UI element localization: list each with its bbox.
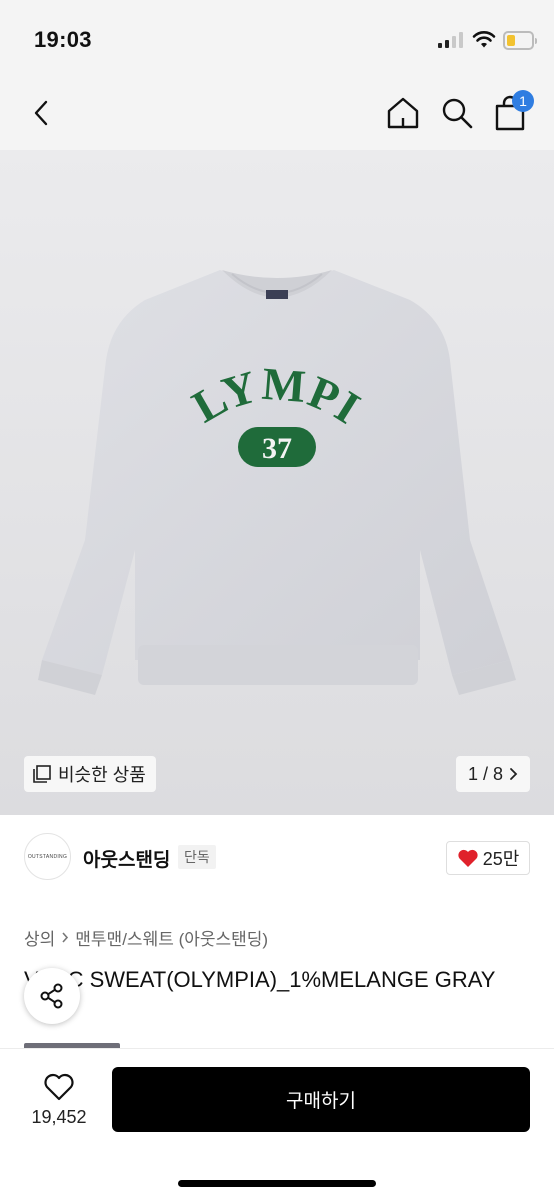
nav-bar: 1 bbox=[0, 80, 554, 150]
status-time: 19:03 bbox=[34, 27, 92, 52]
product-title: VARC SWEAT(OLYMPIA)_1%MELANGE GRAY bbox=[24, 967, 496, 992]
wishlist-count: 19,452 bbox=[31, 1107, 87, 1127]
chevron-right-icon bbox=[62, 932, 69, 943]
pager-text: 1 / 8 bbox=[467, 763, 504, 784]
back-icon[interactable] bbox=[28, 98, 56, 128]
heart-outline-icon bbox=[44, 1073, 74, 1101]
chevron-right-icon bbox=[510, 768, 518, 780]
image-pager[interactable]: 1 / 8 bbox=[456, 756, 530, 792]
brand-logo[interactable]: OUTSTANDING bbox=[24, 833, 71, 880]
brand-row: OUTSTANDING 아웃스탠딩 단독 25만 bbox=[0, 815, 554, 905]
cart-button[interactable]: 1 bbox=[492, 90, 534, 132]
home-indicator bbox=[178, 1180, 376, 1187]
brand-name[interactable]: 아웃스탠딩 bbox=[83, 845, 170, 872]
stacked-squares-icon bbox=[33, 765, 51, 783]
battery-icon bbox=[503, 31, 537, 50]
product-image: OLYMPIA 37 bbox=[0, 150, 554, 815]
breadcrumb: 상의 맨투맨/스웨트 (아웃스탠딩) bbox=[24, 925, 268, 950]
battery-level bbox=[507, 35, 515, 46]
heart-filled-icon bbox=[458, 849, 478, 867]
share-icon bbox=[40, 983, 63, 1009]
status-bar: 19:03 bbox=[0, 0, 554, 80]
brand-like-button[interactable]: 25만 bbox=[446, 841, 530, 875]
signal-icon bbox=[438, 32, 464, 48]
exclusive-tag: 단독 bbox=[178, 845, 216, 869]
breadcrumb-category[interactable]: 상의 bbox=[24, 925, 55, 950]
brand-like-count: 25만 bbox=[482, 849, 520, 869]
home-icon[interactable] bbox=[386, 96, 420, 130]
brand-logo-text: OUTSTANDING bbox=[27, 853, 68, 860]
product-image-gallery[interactable]: OLYMPIA 37 비슷한 상품 1 / 8 bbox=[0, 150, 554, 815]
wifi-icon bbox=[472, 31, 496, 48]
share-button[interactable] bbox=[24, 968, 80, 1024]
bottom-action-bar: 19,452 구매하기 bbox=[0, 1048, 554, 1200]
print-number: 37 bbox=[262, 432, 292, 465]
cart-count-badge: 1 bbox=[512, 90, 534, 112]
wishlist-button[interactable]: 19,452 bbox=[22, 1069, 96, 1139]
buy-button[interactable]: 구매하기 bbox=[112, 1067, 530, 1132]
search-icon[interactable] bbox=[440, 96, 474, 130]
similar-products-button[interactable]: 비슷한 상품 bbox=[24, 756, 156, 792]
breadcrumb-subcategory[interactable]: 맨투맨/스웨트 (아웃스탠딩) bbox=[75, 925, 268, 950]
similar-products-label: 비슷한 상품 bbox=[58, 765, 146, 785]
